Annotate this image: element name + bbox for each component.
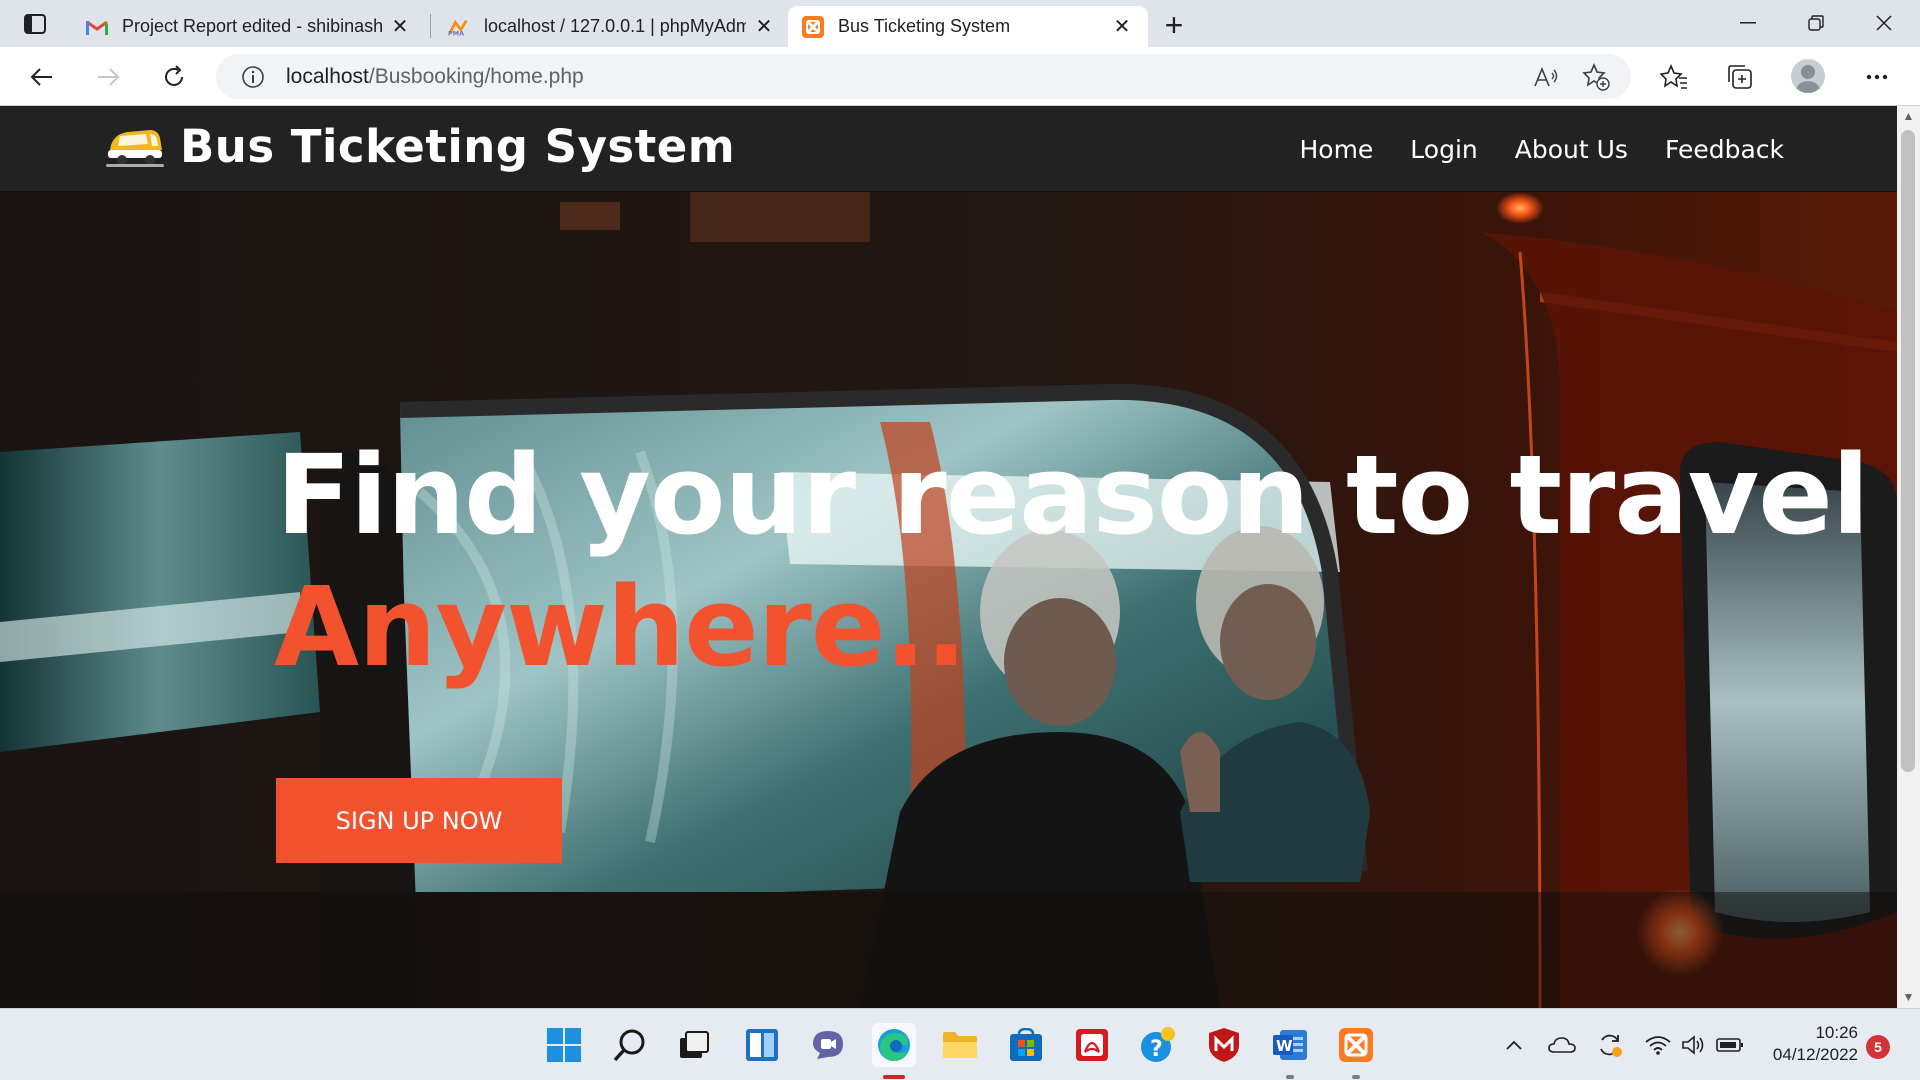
tab-title: Project Report edited - shibinash: [122, 16, 382, 36]
onedrive-icon[interactable]: [1548, 1031, 1576, 1059]
page-scrollbar[interactable]: ▲ ▼: [1897, 106, 1920, 1008]
url-text[interactable]: localhost/Busbooking/home.php: [286, 65, 584, 89]
task-view-icon[interactable]: [672, 1023, 716, 1067]
collections-icon[interactable]: [1720, 58, 1760, 96]
nav-login[interactable]: Login: [1410, 135, 1477, 164]
scroll-thumb[interactable]: [1901, 130, 1915, 772]
running-app-indicator: [1286, 1075, 1294, 1079]
forward-icon[interactable]: [88, 58, 128, 96]
tab-actions-icon[interactable]: [18, 10, 52, 38]
start-icon[interactable]: [542, 1023, 586, 1067]
wifi-icon[interactable]: [1644, 1031, 1672, 1059]
clock-date: 04/12/2022: [1772, 1045, 1858, 1064]
site-navbar: Bus Ticketing System Home Login About Us…: [0, 106, 1897, 192]
close-window-icon[interactable]: [1852, 6, 1916, 40]
acrobat-icon[interactable]: [1070, 1023, 1114, 1067]
gmail-icon: [86, 16, 108, 38]
notification-badge[interactable]: 5: [1866, 1035, 1890, 1059]
tab-divider: [430, 14, 431, 38]
file-explorer-icon[interactable]: [938, 1023, 982, 1067]
widgets-icon[interactable]: [740, 1023, 784, 1067]
svg-text:PMA: PMA: [448, 29, 464, 36]
bus-logo-icon: [106, 129, 164, 167]
taskbar-clock[interactable]: 10:26 04/12/2022: [1760, 1022, 1858, 1066]
svg-text:?: ?: [1150, 1037, 1163, 1062]
close-tab-icon[interactable]: ✕: [752, 15, 776, 39]
hero-title: Find your reason to travel: [276, 431, 1870, 559]
brand[interactable]: Bus Ticketing System: [106, 120, 735, 173]
hero-section: Find your reason to travel Anywhere.. SI…: [0, 192, 1897, 1008]
taskbar: ? W 10:26 04/12/2022 5: [0, 1008, 1920, 1080]
xampp-icon: [802, 15, 824, 38]
mcafee-icon[interactable]: [1202, 1023, 1246, 1067]
sign-up-button[interactable]: SIGN UP NOW: [276, 778, 562, 863]
sync-icon[interactable]: [1596, 1031, 1624, 1059]
tab-phpmyadmin[interactable]: PMA localhost / 127.0.0.1 | phpMyAdmin ✕: [434, 6, 790, 47]
browser-toolbar: localhost/Busbooking/home.php: [0, 47, 1920, 106]
new-tab-icon[interactable]: +: [1157, 7, 1191, 43]
favorites-icon[interactable]: [1654, 58, 1694, 96]
running-app-indicator: [1352, 1075, 1360, 1079]
more-options-icon[interactable]: [1857, 58, 1897, 96]
profile-avatar[interactable]: [1791, 59, 1825, 93]
svg-text:W: W: [1276, 1037, 1293, 1055]
xampp-icon[interactable]: [1334, 1023, 1378, 1067]
address-bar[interactable]: localhost/Busbooking/home.php: [216, 54, 1631, 99]
brand-name: Bus Ticketing System: [180, 120, 736, 173]
battery-icon[interactable]: [1716, 1031, 1744, 1059]
active-app-indicator: [883, 1075, 905, 1079]
nav-links: Home Login About Us Feedback: [1262, 106, 1784, 192]
page-viewport: Bus Ticketing System Home Login About Us…: [0, 106, 1897, 1008]
scroll-down-icon[interactable]: ▼: [1902, 991, 1915, 1004]
minimize-icon[interactable]: [1716, 6, 1780, 40]
add-favorite-icon[interactable]: [1579, 60, 1613, 94]
tab-bus-ticketing[interactable]: Bus Ticketing System ✕: [788, 6, 1148, 47]
refresh-icon[interactable]: [154, 58, 194, 96]
hero-subtitle: Anywhere..: [274, 563, 967, 691]
clock-time: 10:26: [1815, 1023, 1858, 1042]
microsoft-store-icon[interactable]: [1004, 1023, 1048, 1067]
scroll-up-icon[interactable]: ▲: [1902, 110, 1915, 123]
word-icon[interactable]: W: [1268, 1023, 1312, 1067]
close-tab-icon[interactable]: ✕: [1110, 15, 1134, 39]
phpmyadmin-icon: PMA: [448, 16, 470, 38]
back-icon[interactable]: [22, 58, 62, 96]
show-hidden-icons-icon[interactable]: [1500, 1031, 1528, 1059]
search-icon[interactable]: [608, 1023, 652, 1067]
nav-about-us[interactable]: About Us: [1515, 135, 1628, 164]
url-path: /Busbooking/home.php: [368, 64, 584, 88]
restore-icon[interactable]: [1784, 6, 1848, 40]
volume-icon[interactable]: [1680, 1031, 1708, 1059]
site-info-icon[interactable]: [238, 62, 268, 92]
tab-gmail[interactable]: Project Report edited - shibinash ✕: [72, 6, 426, 47]
browser-tab-strip: Project Report edited - shibinash ✕ PMA …: [0, 0, 1920, 47]
teams-chat-icon[interactable]: [806, 1023, 850, 1067]
nav-home[interactable]: Home: [1299, 135, 1373, 164]
tab-title: Bus Ticketing System: [838, 16, 1011, 36]
url-host: localhost: [286, 64, 369, 88]
nav-feedback[interactable]: Feedback: [1665, 135, 1784, 164]
close-tab-icon[interactable]: ✕: [388, 15, 412, 39]
edge-icon[interactable]: [872, 1023, 916, 1067]
tab-title: localhost / 127.0.0.1 | phpMyAdmin: [484, 16, 746, 36]
help-icon[interactable]: ?: [1136, 1023, 1180, 1067]
read-aloud-icon[interactable]: [1529, 60, 1563, 94]
